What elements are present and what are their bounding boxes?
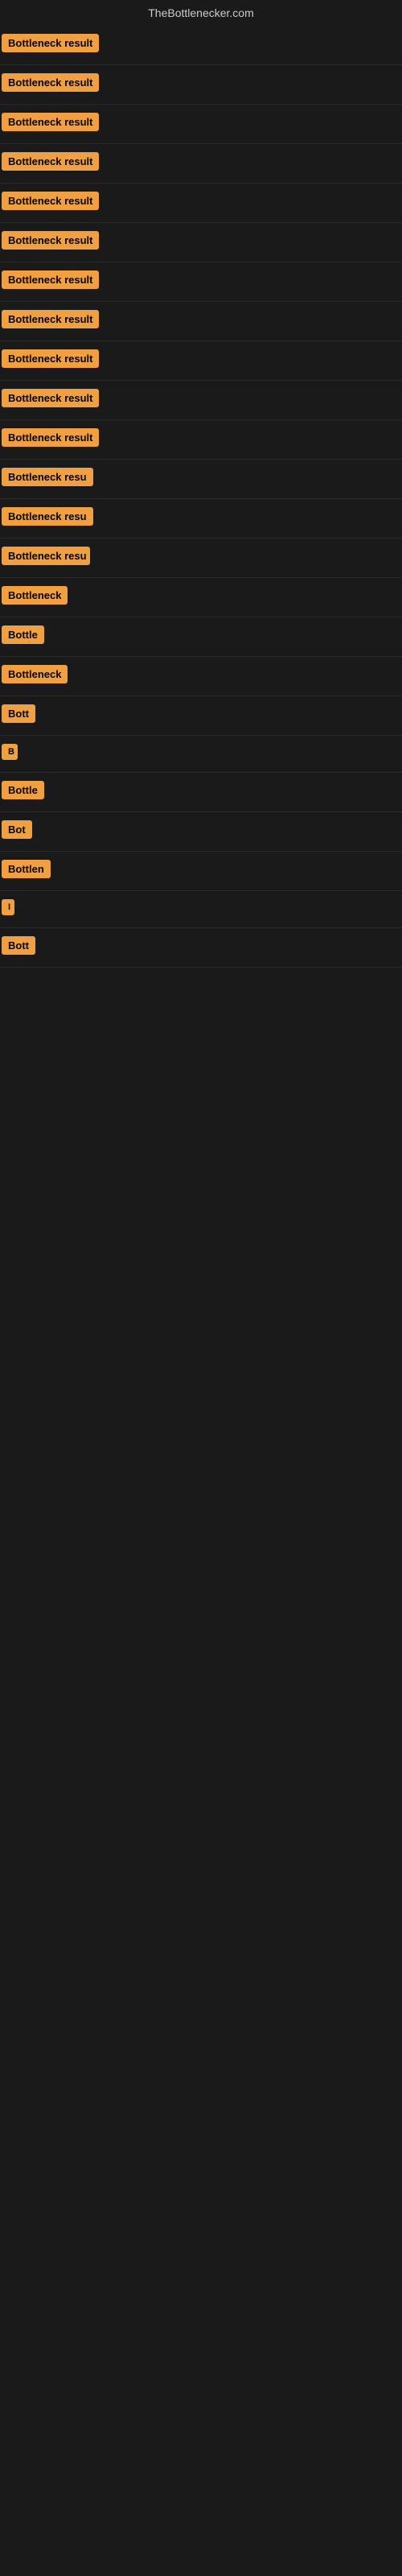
bottleneck-badge[interactable]: Bottleneck resu <box>2 547 90 565</box>
bottleneck-badge[interactable]: I <box>2 899 14 915</box>
results-list: Bottleneck result Bottleneck result Bottle… <box>0 26 402 968</box>
bottleneck-badge[interactable]: Bottlen <box>2 860 51 878</box>
list-item: Bottleneck result <box>0 262 402 302</box>
list-item: Bottleneck result <box>0 420 402 460</box>
bottleneck-badge[interactable]: Bottleneck result <box>2 113 99 131</box>
bottleneck-badge[interactable]: Bottle <box>2 781 44 799</box>
bottleneck-badge[interactable]: Bott <box>2 704 35 723</box>
bottleneck-badge[interactable]: Bottleneck result <box>2 73 99 92</box>
list-item: Bottleneck result <box>0 26 402 65</box>
bottleneck-badge[interactable]: Bottleneck result <box>2 310 99 328</box>
list-item: Bott <box>0 696 402 736</box>
list-item: Bottleneck result <box>0 65 402 105</box>
bottleneck-badge[interactable]: Bottleneck resu <box>2 468 93 486</box>
bottleneck-badge[interactable]: Bottleneck result <box>2 270 99 289</box>
bottleneck-badge[interactable]: Bottleneck result <box>2 231 99 250</box>
list-item: Bottleneck resu <box>0 460 402 499</box>
list-item: Bottleneck result <box>0 381 402 420</box>
bottleneck-badge[interactable]: Bottleneck result <box>2 34 99 52</box>
list-item: Bottleneck <box>0 657 402 696</box>
list-item: Bottleneck result <box>0 184 402 223</box>
bottleneck-badge[interactable]: Bottleneck resu <box>2 507 93 526</box>
bottleneck-badge[interactable]: Bottleneck result <box>2 349 99 368</box>
list-item: Bottleneck result <box>0 302 402 341</box>
list-item: Bottleneck result <box>0 144 402 184</box>
list-item: B <box>0 736 402 773</box>
list-item: Bottlen <box>0 852 402 891</box>
list-item: I <box>0 891 402 928</box>
list-item: Bottleneck resu <box>0 499 402 539</box>
bottleneck-badge[interactable]: Bottleneck result <box>2 192 99 210</box>
bottleneck-badge[interactable]: Bott <box>2 936 35 955</box>
bottleneck-badge[interactable]: Bottleneck result <box>2 152 99 171</box>
site-title: TheBottlenecker.com <box>0 0 402 26</box>
list-item: Bott <box>0 928 402 968</box>
bottleneck-badge[interactable]: Bottleneck <box>2 665 68 683</box>
list-item: Bottle <box>0 773 402 812</box>
bottleneck-badge[interactable]: Bottleneck result <box>2 428 99 447</box>
bottleneck-badge[interactable]: Bot <box>2 820 32 839</box>
bottleneck-badge[interactable]: Bottleneck result <box>2 389 99 407</box>
bottleneck-badge[interactable]: B <box>2 744 18 760</box>
bottleneck-badge[interactable]: Bottleneck <box>2 586 68 605</box>
list-item: Bottleneck result <box>0 105 402 144</box>
list-item: Bottleneck resu <box>0 539 402 578</box>
list-item: Bottleneck <box>0 578 402 617</box>
list-item: Bottleneck result <box>0 223 402 262</box>
site-title-bar: TheBottlenecker.com <box>0 0 402 26</box>
list-item: Bottleneck result <box>0 341 402 381</box>
bottleneck-badge[interactable]: Bottle <box>2 625 44 644</box>
list-item: Bot <box>0 812 402 852</box>
list-item: Bottle <box>0 617 402 657</box>
